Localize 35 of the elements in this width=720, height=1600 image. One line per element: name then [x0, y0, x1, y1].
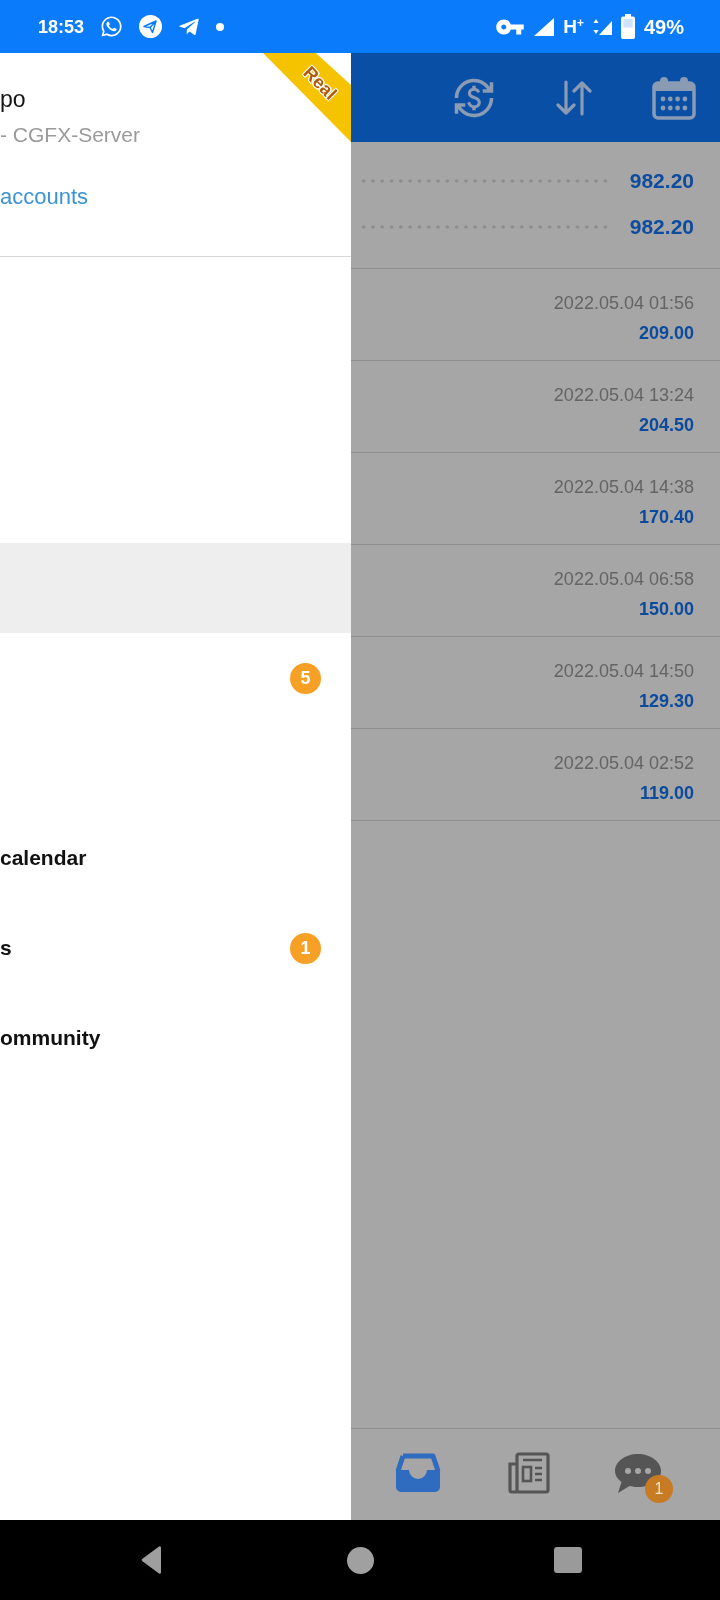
notification-badge: 1: [645, 1475, 673, 1503]
deal-time: 2022.05.04 06:58: [553, 568, 694, 591]
deal-profit: 170.40: [638, 506, 694, 529]
square-icon: [554, 1547, 582, 1573]
deal-time: 2022.05.04 14:38: [553, 476, 694, 499]
deal-time: 2022.05.04 13:24: [553, 384, 694, 407]
signal-icon: [534, 17, 555, 36]
deal-time: 2022.05.04 14:50: [553, 660, 694, 683]
server-name: - CGFX-Server: [0, 122, 140, 148]
deal-time: 2022.05.04 01:56: [553, 292, 694, 315]
battery-icon: [620, 14, 635, 39]
paper-plane-circle-icon: [139, 15, 163, 38]
calendar-icon: [652, 75, 696, 120]
home-circle-icon: [346, 1546, 374, 1574]
dot-icon: [216, 22, 225, 31]
count-badge: 5: [290, 662, 321, 694]
deal-profit: 150.00: [638, 598, 694, 621]
whatsapp-icon: [100, 15, 124, 38]
newspaper-icon: [506, 1452, 550, 1494]
summary-value: 982.20: [629, 168, 694, 194]
deal-profit: 119.00: [639, 782, 694, 805]
currency-exchange-icon: [453, 76, 495, 119]
tray-icon: [395, 1453, 441, 1493]
battery-percent: 49%: [643, 14, 684, 39]
back-triangle-icon: [141, 1546, 163, 1574]
status-time: 18:53: [38, 15, 85, 39]
account-name: po: [0, 85, 26, 114]
count-badge: 1: [290, 932, 321, 964]
deal-profit: 204.50: [638, 414, 694, 437]
network-type: H$^{+}$: [563, 14, 584, 39]
summary-value: 982.20: [629, 214, 694, 240]
deal-time: 2022.05.04 02:52: [553, 752, 694, 775]
signal-arrows-icon: [592, 18, 612, 35]
deal-profit: 129.30: [638, 690, 694, 713]
deal-profit: 209.00: [638, 322, 694, 345]
